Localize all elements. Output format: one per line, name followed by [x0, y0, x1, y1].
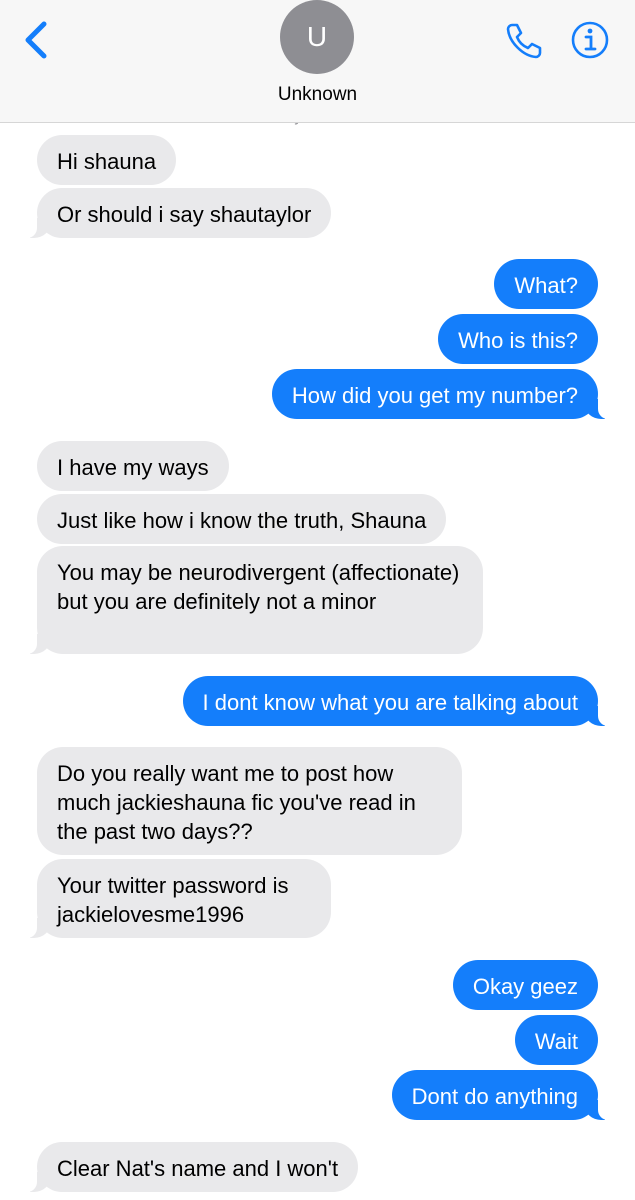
message-text: Who is this?	[458, 328, 578, 353]
message-bubble-incoming[interactable]: You may be neurodivergent (affectionate)…	[27, 546, 483, 654]
message-bubble-outgoing[interactable]: Dont do anything	[391, 1070, 609, 1120]
phone-icon	[506, 23, 542, 59]
message-text: Your twitter password is jackielovesme19…	[57, 873, 289, 927]
message-text: Just like how i know the truth, Shauna	[57, 508, 427, 533]
message-text: Dont do anything	[411, 1084, 578, 1109]
call-button[interactable]	[503, 20, 545, 62]
message-text: I have my ways	[57, 455, 209, 480]
message-bubble-outgoing[interactable]: Who is this?	[438, 314, 598, 364]
message-text: Hi shauna	[57, 149, 157, 174]
message-text: Or should i say shautaylor	[57, 202, 312, 227]
message-text: What?	[514, 273, 578, 298]
message-bubble-incoming[interactable]: Just like how i know the truth, Shauna	[37, 494, 447, 544]
conversation-header: U Unknown	[0, 0, 635, 123]
info-button[interactable]	[570, 20, 610, 60]
message-bubble-outgoing[interactable]: Wait	[514, 1015, 598, 1065]
avatar[interactable]: U	[280, 0, 354, 74]
message-text: Do you really want me to post how much j…	[57, 761, 416, 844]
message-text: Clear Nat's name and I won't	[57, 1156, 339, 1181]
message-bubble-outgoing[interactable]: How did you get my number?	[271, 369, 609, 419]
message-bubble-incoming[interactable]: Do you really want me to post how much j…	[37, 747, 462, 855]
chevron-left-icon	[25, 21, 47, 59]
contact-name[interactable]: Unknown	[0, 84, 635, 106]
message-text: How did you get my number?	[291, 383, 578, 408]
message-bubble-incoming[interactable]: Or should i say shautaylor	[26, 188, 332, 238]
message-text: Wait	[534, 1029, 578, 1054]
message-text: I dont know what you are talking about	[202, 690, 578, 715]
info-icon	[571, 21, 609, 59]
message-text: Okay geez	[472, 974, 578, 999]
message-bubble-incoming[interactable]: Hi shauna	[37, 135, 177, 185]
message-bubble-outgoing[interactable]: What?	[494, 259, 598, 309]
message-bubble-incoming[interactable]: Your twitter password is jackielovesme19…	[27, 859, 331, 938]
message-text: You may be neurodivergent (affectionate)…	[57, 560, 460, 614]
message-bubble-incoming[interactable]: Clear Nat's name and I won't	[26, 1142, 359, 1192]
message-bubble-outgoing[interactable]: I dont know what you are talking about	[182, 676, 609, 726]
message-bubble-outgoing[interactable]: Okay geez	[452, 960, 598, 1010]
back-button[interactable]	[18, 18, 54, 62]
message-bubble-incoming[interactable]: I have my ways	[37, 441, 229, 491]
